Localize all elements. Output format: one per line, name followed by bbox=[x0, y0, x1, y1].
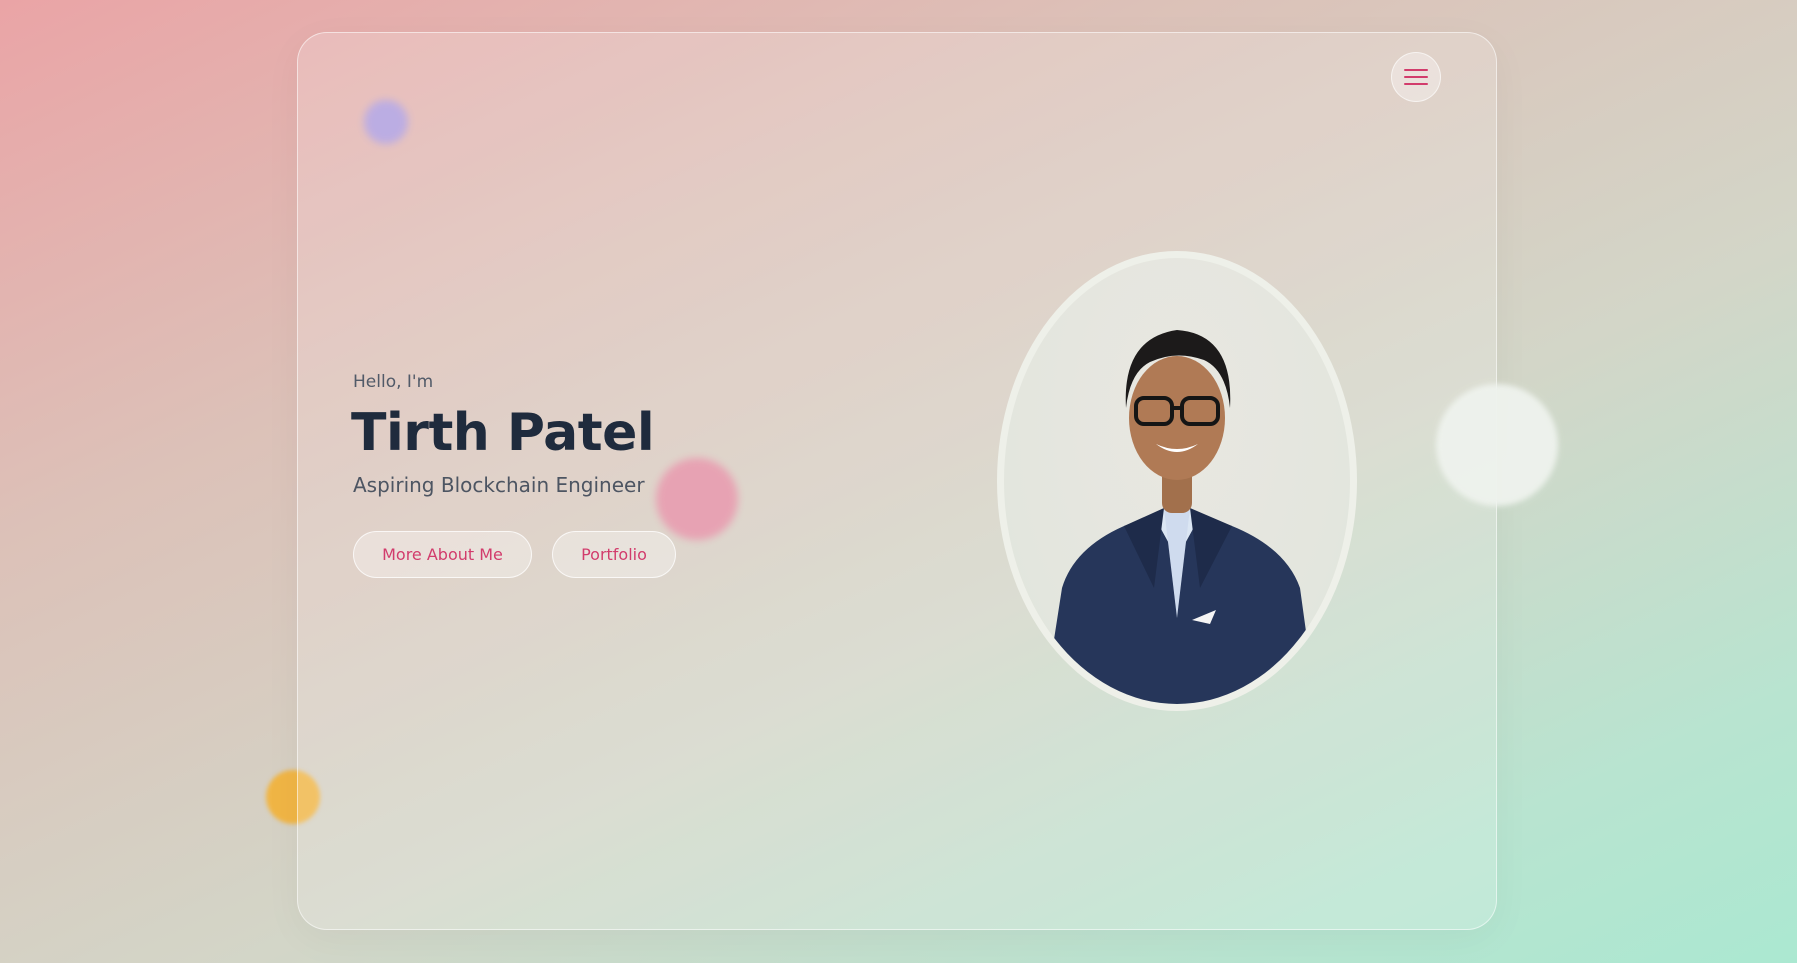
portfolio-button[interactable]: Portfolio bbox=[552, 531, 676, 578]
hamburger-menu-icon bbox=[1404, 69, 1428, 85]
hero-subtitle: Aspiring Blockchain Engineer bbox=[353, 473, 645, 497]
more-about-me-button[interactable]: More About Me bbox=[353, 531, 532, 578]
menu-button[interactable] bbox=[1391, 52, 1441, 102]
profile-photo-illustration bbox=[1044, 330, 1316, 704]
decorative-white-blob bbox=[1436, 384, 1558, 506]
hero-greeting: Hello, I'm bbox=[353, 372, 434, 392]
profile-photo bbox=[997, 251, 1357, 711]
decorative-pink-blob bbox=[656, 458, 738, 540]
hero-name: Tirth Patel bbox=[351, 403, 655, 463]
